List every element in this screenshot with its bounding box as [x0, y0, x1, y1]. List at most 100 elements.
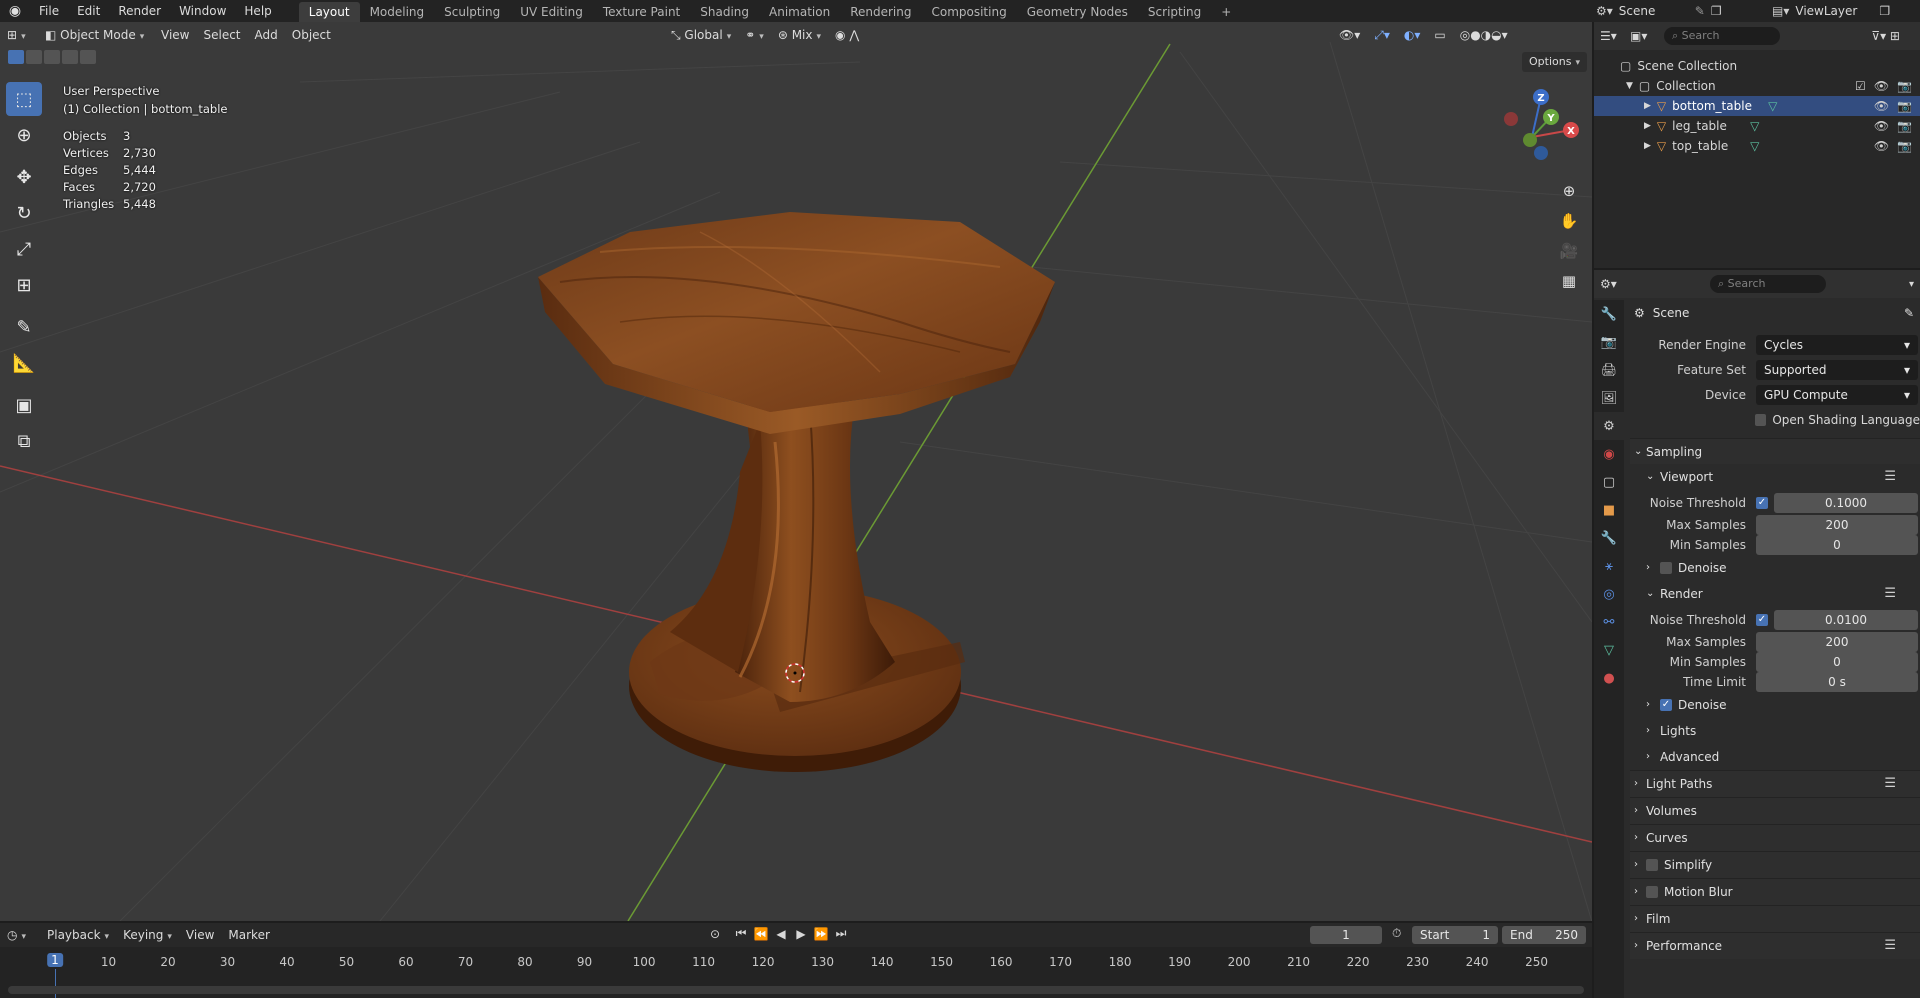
table-model[interactable] — [538, 212, 1055, 772]
tab-modeling[interactable]: Modeling — [360, 2, 435, 22]
marker-menu[interactable]: Marker — [221, 925, 276, 945]
preset-list-icon[interactable]: ☰ — [1884, 464, 1896, 490]
viewlayer-icon[interactable]: ▤▾ — [1772, 4, 1789, 18]
playback-menu[interactable]: Playback ▾ — [40, 925, 116, 945]
outliner-item[interactable]: ▶ ▽ leg_table ▽ 👁 📷 — [1594, 116, 1920, 136]
move-icon[interactable]: ✥ — [6, 160, 42, 194]
view-layer-tab-icon[interactable]: 🖼 — [1594, 384, 1624, 412]
particles-tab-icon[interactable]: ⚹ — [1594, 552, 1624, 580]
tab-rendering[interactable]: Rendering — [840, 2, 921, 22]
transform-icon[interactable]: ⊞ — [6, 268, 42, 302]
noise-threshold-field[interactable]: 0.0100 — [1774, 609, 1918, 630]
eye-icon[interactable]: 👁 — [1874, 116, 1889, 136]
scene-icon[interactable]: ⚙▾ — [1596, 4, 1613, 18]
record-icon[interactable]: ⊙ — [700, 927, 730, 941]
ortho-grid-icon[interactable]: ▦ — [1556, 268, 1582, 294]
viewport-canvas[interactable]: Z Y X — [0, 22, 1592, 921]
keying-menu[interactable]: Keying ▾ — [116, 925, 179, 945]
menu-add[interactable]: Add — [248, 25, 285, 45]
sampling-panel-header[interactable]: ⌄ Sampling — [1630, 438, 1920, 464]
add-cube-icon[interactable]: ▣ — [6, 388, 42, 422]
expand-icon[interactable]: ▶ — [1644, 96, 1651, 116]
blender-logo-icon[interactable]: ◉ — [0, 0, 30, 22]
jump-keyframe-back-icon[interactable]: ⏪ — [752, 927, 770, 941]
noise-threshold-checkbox[interactable]: ✓ — [1756, 496, 1768, 509]
annotate-icon[interactable]: ✎ — [6, 310, 42, 344]
menu-help[interactable]: Help — [235, 0, 280, 22]
3d-viewport[interactable]: Z Y X ⊞ ▾ ◧ Object Mode ▾ View Select Add … — [0, 22, 1592, 921]
data-tab-icon[interactable]: ▽ — [1594, 636, 1624, 664]
modifier-tab-icon[interactable]: 🔧 — [1594, 524, 1624, 552]
select-intersect-icon[interactable] — [80, 50, 96, 64]
checkbox-icon[interactable]: ☑ — [1855, 76, 1866, 96]
scene-tab-icon[interactable]: ⚙ — [1594, 412, 1624, 440]
shading-modes-icon[interactable]: ◎●◑◒▾ — [1453, 25, 1515, 45]
timeline-ruler[interactable]: 1 10 20 30 40 50 60 70 80 90 100 110 120 130 140 150 16… — [0, 947, 1592, 998]
pin-icon[interactable]: ✎ — [1695, 4, 1705, 18]
viewport-subpanel-header[interactable]: ⌄ Viewport ☰ — [1630, 464, 1920, 490]
zoom-icon[interactable]: ⊕ — [1556, 178, 1582, 204]
performance-panel-header[interactable]: › Performance ☰ — [1630, 932, 1920, 959]
chevron-down-icon[interactable]: ▾ — [1909, 279, 1914, 290]
select-new-icon[interactable] — [8, 50, 24, 64]
tab-layout[interactable]: Layout — [298, 2, 360, 22]
render-subpanel-header[interactable]: ⌄ Render ☰ — [1630, 581, 1920, 607]
rotate-icon[interactable]: ↻ — [6, 196, 42, 230]
osl-checkbox[interactable] — [1754, 413, 1767, 426]
visibility-icon[interactable]: 👁▾ — [1332, 25, 1367, 45]
preset-list-icon[interactable]: ☰ — [1884, 933, 1896, 959]
r-denoise-header[interactable]: › ✓ Denoise — [1630, 692, 1920, 718]
camera-icon[interactable]: 📷 — [1897, 96, 1912, 116]
world-tab-icon[interactable]: ◉ — [1594, 440, 1624, 468]
new-scene-icon[interactable]: ❐ — [1711, 4, 1722, 18]
expand-icon[interactable]: ▼ — [1626, 76, 1633, 96]
viewlayer-name[interactable]: ViewLayer — [1795, 4, 1857, 18]
noise-threshold-checkbox[interactable]: ✓ — [1756, 613, 1768, 626]
play-reverse-icon[interactable]: ◀ — [772, 927, 790, 941]
tab-animation[interactable]: Animation — [759, 2, 840, 22]
camera-icon[interactable]: 📷 — [1897, 116, 1912, 136]
outliner-item[interactable]: ▶ ▽ bottom_table ▽ 👁 📷 — [1594, 96, 1920, 116]
constraints-tab-icon[interactable]: ⚯ — [1594, 608, 1624, 636]
film-panel-header[interactable]: › Film — [1630, 905, 1920, 932]
menu-view[interactable]: View — [154, 25, 196, 45]
tab-uv-editing[interactable]: UV Editing — [510, 2, 593, 22]
filter-icon[interactable]: ⊽▾ ⊞ — [1871, 29, 1900, 43]
view-menu[interactable]: View — [179, 925, 221, 945]
menu-select[interactable]: Select — [196, 25, 247, 45]
timeline-scrollbar[interactable] — [8, 986, 1584, 994]
tab-sculpting[interactable]: Sculpting — [434, 2, 510, 22]
play-icon[interactable]: ▶ — [792, 927, 810, 941]
xray-icon[interactable]: ▭ — [1427, 25, 1452, 45]
proportional-edit-icon[interactable]: ◉ ⋀ — [828, 25, 866, 45]
expand-icon[interactable]: ▶ — [1644, 136, 1651, 156]
volumes-panel-header[interactable]: › Volumes — [1630, 797, 1920, 824]
scale-icon[interactable]: ⤢ — [6, 232, 42, 266]
navigation-gizmo[interactable]: Z Y X — [1504, 89, 1579, 160]
motion-blur-checkbox[interactable] — [1646, 886, 1658, 898]
collection-row[interactable]: ▼ ▢ Collection ☑ 👁 📷 — [1594, 76, 1920, 96]
menu-file[interactable]: File — [30, 0, 68, 22]
timeline-editor-icon[interactable]: ◷ ▾ — [0, 925, 40, 945]
display-mode-icon[interactable]: ▣▾ — [1630, 29, 1664, 43]
camera-view-icon[interactable]: 🎥 — [1556, 238, 1582, 264]
menu-render[interactable]: Render — [109, 0, 170, 22]
stopwatch-icon[interactable]: ⏱ — [1392, 926, 1401, 941]
measure-icon[interactable]: 📐 — [6, 346, 42, 380]
min-samples-field[interactable]: 0 — [1756, 535, 1918, 555]
orientation-dropdown[interactable]: ⤡ Global ▾ — [664, 25, 738, 45]
min-samples-field[interactable]: 0 — [1756, 652, 1918, 672]
jump-start-icon[interactable]: ⏮ — [732, 926, 750, 941]
eye-icon[interactable]: 👁 — [1874, 136, 1889, 156]
jump-keyframe-forward-icon[interactable]: ⏩ — [812, 927, 830, 941]
gizmo-toggle-icon[interactable]: ⤢▾ — [1367, 25, 1397, 45]
snap-dropdown[interactable]: ⊛ Mix ▾ — [771, 25, 828, 45]
max-samples-field[interactable]: 200 — [1756, 632, 1918, 652]
scene-name[interactable]: Scene — [1619, 4, 1689, 18]
light-paths-panel-header[interactable]: › Light Paths ☰ — [1630, 770, 1920, 797]
curves-panel-header[interactable]: › Curves — [1630, 824, 1920, 851]
camera-icon[interactable]: 📷 — [1897, 136, 1912, 156]
tab-geometry-nodes[interactable]: Geometry Nodes — [1017, 2, 1138, 22]
outliner-item[interactable]: ▶ ▽ top_table ▽ 👁 📷 — [1594, 136, 1920, 156]
options-dropdown[interactable]: Options ▾ — [1522, 52, 1587, 72]
